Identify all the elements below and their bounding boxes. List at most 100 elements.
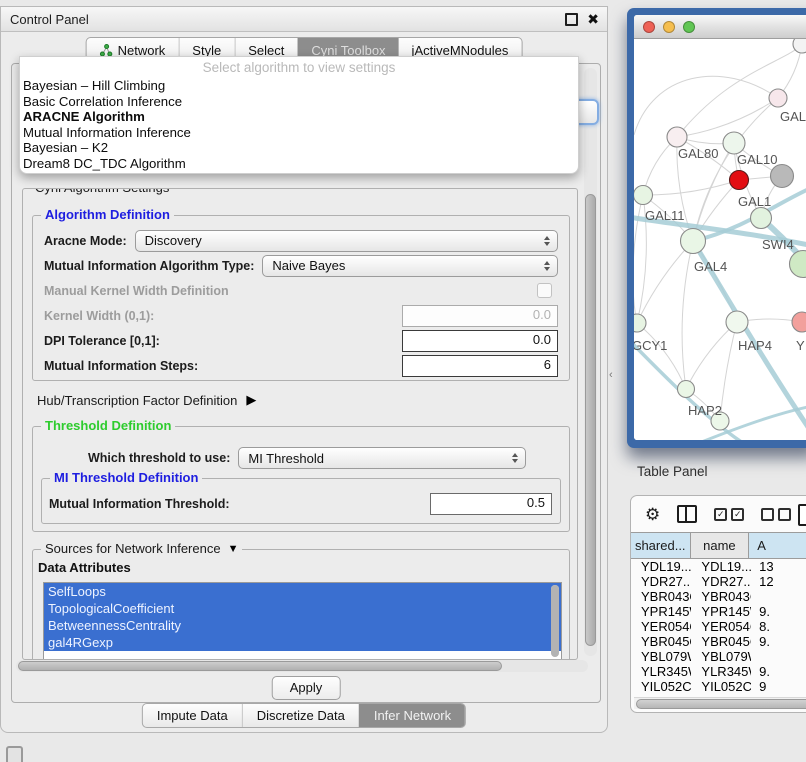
network-node-gal[interactable]	[769, 89, 787, 107]
network-edge	[634, 195, 643, 323]
network-node-hap4[interactable]	[726, 311, 748, 333]
network-node-y[interactable]	[792, 312, 806, 332]
mi-type-label: Mutual Information Algorithm Type:	[44, 259, 254, 273]
network-node-gal11[interactable]	[634, 186, 653, 205]
algorithm-option-aracne-algorithm[interactable]: ARACNE Algorithm	[20, 109, 578, 125]
hub-definition-expander[interactable]: Hub/Transcription Factor Definition ▶	[37, 392, 256, 408]
close-traffic-light-icon[interactable]	[643, 21, 655, 33]
table-row[interactable]: YBL079WYBL079W	[631, 649, 806, 664]
mi-steps-field[interactable]: 6	[402, 355, 558, 377]
table-cell: YER054C	[631, 619, 691, 634]
kernel-width-field[interactable]: 0.0	[402, 305, 558, 327]
algorithm-option-basic-correlation-inference[interactable]: Basic Correlation Inference	[20, 94, 578, 110]
collapse-down-icon[interactable]: ▼	[228, 543, 239, 555]
table-cell: YPR145W	[631, 604, 691, 619]
algorithm-option-mutual-information-inference[interactable]: Mutual Information Inference	[20, 125, 578, 141]
attribute-item-gal4rgexp[interactable]: gal4RGexp	[44, 634, 561, 651]
attribute-item-topologicalcoefficient[interactable]: TopologicalCoefficient	[44, 600, 561, 617]
network-node-gal10[interactable]	[723, 132, 745, 154]
attribute-item-selfloops[interactable]: SelfLoops	[44, 583, 561, 600]
vertical-scrollbar-thumb[interactable]	[585, 194, 596, 646]
split-view-icon[interactable]	[677, 505, 697, 523]
dpi-tolerance-field[interactable]: 0.0	[402, 330, 558, 352]
algorithm-option-list: Bayesian – Hill ClimbingBasic Correlatio…	[20, 78, 578, 171]
column-header-shared[interactable]: shared...	[631, 533, 691, 558]
deselect-all-icon[interactable]	[761, 508, 791, 521]
tab-discretize-data[interactable]: Discretize Data	[242, 704, 359, 727]
tab-impute-data[interactable]: Impute Data	[143, 704, 242, 727]
table-row[interactable]: YBR043CYBR043C	[631, 589, 806, 604]
table-cell: 12	[751, 574, 806, 589]
attribute-item-betweennesscentrality[interactable]: BetweennessCentrality	[44, 617, 561, 634]
gear-icon[interactable]: ⚙	[645, 506, 660, 523]
network-node-hap2[interactable]	[678, 381, 695, 398]
zoom-traffic-light-icon[interactable]	[683, 21, 695, 33]
network-node-swi4[interactable]	[751, 208, 772, 229]
table-cell: YBR045C	[631, 634, 691, 649]
table-cell: YBL079W	[631, 649, 691, 664]
control-panel-title: Control Panel	[10, 12, 89, 27]
mi-type-select[interactable]: Naive Bayes	[262, 255, 558, 277]
table-row[interactable]: YIL052CYIL052C9	[631, 679, 806, 694]
column-header-name[interactable]: name	[691, 533, 750, 558]
mi-steps-label: Mutual Information Steps:	[44, 359, 198, 373]
algorithm-option-bayesian-k2[interactable]: Bayesian – K2	[20, 140, 578, 156]
table-row[interactable]: YDR27...YDR27...12	[631, 574, 806, 589]
column-header-a[interactable]: A	[749, 533, 806, 558]
network-node-top[interactable]	[793, 39, 806, 53]
table-row[interactable]: YER054CYER054C8.	[631, 619, 806, 634]
data-attributes-list[interactable]: SelfLoopsTopologicalCoefficientBetweenne…	[43, 582, 562, 660]
float-icon[interactable]	[565, 13, 578, 26]
manual-kernel-checkbox[interactable]	[537, 283, 552, 298]
table-horizontal-scrollbar[interactable]	[634, 697, 806, 709]
network-node-gal1[interactable]	[730, 171, 749, 190]
minimize-traffic-light-icon[interactable]	[663, 21, 675, 33]
algorithm-option-bayesian-hill-climbing[interactable]: Bayesian – Hill Climbing	[20, 78, 578, 94]
mi-threshold-field[interactable]: 0.5	[430, 493, 552, 515]
aracne-mode-select[interactable]: Discovery	[135, 230, 558, 252]
table-cell	[751, 649, 806, 664]
table-cell: YIL052C	[691, 679, 751, 694]
which-threshold-select[interactable]: MI Threshold	[238, 447, 526, 469]
expand-right-icon[interactable]: ▶	[246, 392, 256, 408]
network-node-label-hap2: HAP2	[688, 403, 722, 418]
document-icon[interactable]	[798, 504, 806, 526]
table-cell: YDR27...	[691, 574, 751, 589]
table-hscroll-thumb[interactable]	[636, 699, 806, 709]
table-cell: YBR045C	[691, 634, 751, 649]
apply-button[interactable]: Apply	[272, 676, 341, 700]
network-node-gal4[interactable]	[681, 229, 706, 254]
table-row[interactable]: YLR345WYLR345W9.	[631, 664, 806, 679]
network-edge	[637, 241, 693, 323]
horizontal-scrollbar[interactable]	[16, 660, 588, 672]
which-threshold-value: MI Threshold	[248, 451, 324, 466]
network-edge	[677, 98, 778, 137]
split-pane-handle[interactable]: ‹	[609, 369, 613, 381]
collapsed-panel-button[interactable]	[6, 746, 23, 762]
table-cell: 8.	[751, 619, 806, 634]
table-row[interactable]: YBR045CYBR045C9.	[631, 634, 806, 649]
network-node-gal80[interactable]	[667, 127, 687, 147]
table-body: YDL19...YDL19...13YDR27...YDR27...12YBR0…	[631, 559, 806, 694]
sources-group: Sources for Network Inference ▼ Data Att…	[32, 549, 570, 660]
select-all-icon[interactable]: ✓✓	[714, 508, 744, 521]
cyni-bottom-tabbar: Impute DataDiscretize DataInfer Network	[142, 703, 466, 728]
close-icon[interactable]: ✖	[587, 12, 599, 26]
table-row[interactable]: YPR145WYPR145W9.	[631, 604, 806, 619]
network-node-green-large[interactable]	[790, 251, 806, 278]
network-canvas[interactable]: GALGAL80GAL10GAL1GAL11SWI4GAL4GCY1HAP4YH…	[634, 39, 806, 440]
table-cell: 9.	[751, 664, 806, 679]
table-cell: YBR043C	[691, 589, 751, 604]
dpi-tolerance-label: DPI Tolerance [0,1]:	[44, 334, 160, 348]
table-cell: YLR345W	[631, 664, 691, 679]
control-panel-window: Control Panel ✖ NetworkStyleSelectCyni T…	[0, 6, 608, 733]
manual-kernel-label: Manual Kernel Width Definition	[44, 284, 229, 298]
table-cell: YIL052C	[631, 679, 691, 694]
network-node-gray[interactable]	[771, 165, 794, 188]
horizontal-scrollbar-thumb[interactable]	[18, 661, 502, 671]
table-row[interactable]: YDL19...YDL19...13	[631, 559, 806, 574]
algorithm-option-dream8-dc-tdc-algorithm[interactable]: Dream8 DC_TDC Algorithm	[20, 156, 578, 172]
tab-infer-network[interactable]: Infer Network	[359, 704, 465, 727]
list-scrollbar[interactable]	[551, 585, 559, 657]
vertical-scrollbar[interactable]	[584, 68, 597, 656]
